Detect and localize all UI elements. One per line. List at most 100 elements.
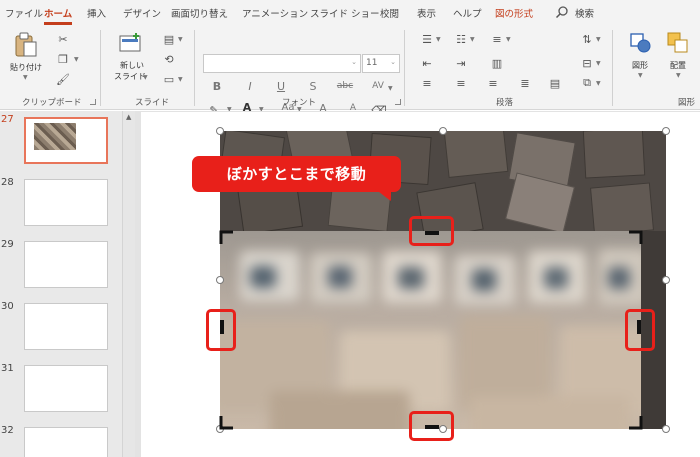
format-painter-icon[interactable]: 🖌	[56, 72, 70, 86]
smartart-icon[interactable]: ⧉	[580, 76, 594, 90]
arrange-button-label[interactable]: 配置	[670, 60, 686, 71]
clipboard-launcher-icon[interactable]	[90, 99, 96, 105]
new-slide-dropdown-icon[interactable]: ▼	[143, 74, 148, 81]
paste-button-label[interactable]: 貼り付け	[10, 62, 42, 73]
blurred-letter	[544, 267, 568, 289]
resize-handle-left[interactable]	[216, 276, 224, 284]
align-center-icon[interactable]: ≡	[454, 76, 468, 90]
align-text-dropdown-icon[interactable]: ▼	[596, 60, 601, 67]
text-direction-icon[interactable]: ⇅	[580, 32, 594, 46]
tab-help[interactable]: ヘルプ	[453, 6, 482, 20]
shapes-icon[interactable]	[630, 32, 652, 54]
chevron-down-icon[interactable]: ⌄	[351, 58, 357, 66]
wood-tile	[582, 131, 646, 179]
paste-dropdown-icon[interactable]: ▼	[23, 74, 28, 81]
section-dropdown-icon[interactable]: ▼	[178, 76, 183, 83]
tab-picture-format[interactable]: 図の形式	[495, 6, 533, 20]
crop-handle-bottom-left[interactable]	[219, 414, 235, 430]
thumbnails-scrollbar[interactable]: ▲	[122, 111, 135, 457]
text-direction-dropdown-icon[interactable]: ▼	[596, 36, 601, 43]
numbering-dropdown-icon[interactable]: ▼	[470, 36, 475, 43]
distributed-icon[interactable]: ▤	[548, 76, 562, 90]
line-spacing-dropdown-icon[interactable]: ▼	[506, 36, 511, 43]
crop-handle-top-left[interactable]	[219, 230, 235, 246]
resize-handle-right[interactable]	[662, 276, 670, 284]
tab-transitions[interactable]: 画面切り替え	[171, 6, 228, 20]
slide-thumbnail[interactable]	[24, 427, 108, 457]
ribbon: 貼り付け ▼ ✂ ❐ ▼ 🖌 クリップボード 新しい スライド ▼ ▤ ▼ ⟲ …	[0, 26, 700, 117]
copy-dropdown-icon[interactable]: ▼	[74, 56, 79, 63]
shapes-dropdown-icon[interactable]: ▼	[638, 72, 643, 79]
tab-insert[interactable]: 挿入	[87, 6, 106, 20]
copy-icon[interactable]: ❐	[56, 52, 70, 66]
smartart-dropdown-icon[interactable]: ▼	[596, 80, 601, 87]
crop-handle-top-right[interactable]	[627, 230, 643, 246]
resize-handle-bottom-right[interactable]	[662, 425, 670, 433]
wood-tile	[590, 182, 654, 231]
section-icon[interactable]: ▭	[162, 72, 176, 86]
justify-icon[interactable]: ≣	[518, 76, 532, 90]
reset-icon[interactable]: ⟲	[162, 52, 176, 66]
slide-thumbnail[interactable]	[24, 179, 108, 226]
ribbon-separator	[100, 30, 101, 106]
font-group-label: フォント	[282, 98, 317, 108]
paste-icon[interactable]	[14, 32, 38, 58]
tab-design[interactable]: デザイン	[123, 6, 161, 20]
ribbon-separator	[404, 30, 405, 106]
increase-indent-icon[interactable]: ⇥	[454, 56, 468, 70]
arrange-dropdown-icon[interactable]: ▼	[676, 72, 681, 79]
align-left-icon[interactable]: ≡	[420, 76, 434, 90]
blurred-letter	[250, 266, 276, 288]
tab-home[interactable]: ホーム	[44, 6, 72, 20]
bullets-icon[interactable]: ☰	[420, 32, 434, 46]
scroll-up-arrow-icon[interactable]: ▲	[126, 113, 131, 121]
tab-view[interactable]: 表示	[417, 6, 436, 20]
crop-handle-bottom-right[interactable]	[627, 414, 643, 430]
tab-slideshow[interactable]: スライド ショー	[310, 6, 380, 20]
tab-animations[interactable]: アニメーション	[242, 6, 308, 20]
resize-handle-top-right[interactable]	[662, 127, 670, 135]
bullets-dropdown-icon[interactable]: ▼	[436, 36, 441, 43]
search-label[interactable]: 検索	[575, 6, 594, 20]
align-text-icon[interactable]: ⊟	[580, 56, 594, 70]
align-right-icon[interactable]: ≡	[486, 76, 500, 90]
numbering-icon[interactable]: ☷	[454, 32, 468, 46]
strikethrough-button[interactable]: abc	[334, 81, 356, 91]
slide-thumbnail[interactable]	[24, 303, 108, 350]
decrease-indent-icon[interactable]: ⇤	[420, 56, 434, 70]
char-spacing-dropdown-icon[interactable]: ▼	[388, 85, 393, 92]
slide-number: 32	[1, 425, 14, 436]
drawing-group-label: 図形	[678, 98, 696, 108]
tab-review[interactable]: 校閲	[380, 6, 399, 20]
columns-icon[interactable]: ▥	[490, 56, 504, 70]
layout-icon[interactable]: ▤	[162, 32, 176, 46]
italic-button[interactable]: I	[241, 80, 259, 93]
font-size-combo[interactable]: 11 ⌄	[362, 54, 400, 73]
thumbnail-picture	[34, 123, 76, 150]
shapes-button-label[interactable]: 図形	[632, 60, 648, 71]
arrange-icon[interactable]	[667, 32, 689, 54]
chevron-down-icon[interactable]: ⌄	[390, 58, 396, 66]
font-name-combo[interactable]: ⌄	[203, 54, 361, 73]
font-launcher-icon[interactable]	[395, 99, 401, 105]
new-slide-label-2[interactable]: スライド	[114, 71, 146, 82]
clipboard-group-label: クリップボード	[22, 98, 82, 108]
cut-icon[interactable]: ✂	[56, 32, 70, 46]
slide-number: 29	[1, 239, 14, 250]
new-slide-label-1[interactable]: 新しい	[120, 60, 144, 71]
bold-button[interactable]: B	[208, 80, 226, 93]
search-icon[interactable]	[555, 5, 569, 19]
slide-thumbnail-selected[interactable]	[24, 117, 108, 164]
line-spacing-icon[interactable]: ≡	[490, 32, 504, 46]
slide-thumbnail[interactable]	[24, 241, 108, 288]
resize-handle-top[interactable]	[439, 127, 447, 135]
new-slide-icon[interactable]	[119, 33, 143, 53]
char-spacing-button[interactable]: AV	[368, 81, 388, 91]
slide-thumbnail[interactable]	[24, 365, 108, 412]
picture-blurred-area[interactable]	[220, 231, 641, 429]
layout-dropdown-icon[interactable]: ▼	[178, 36, 183, 43]
underline-button[interactable]: U	[272, 80, 290, 93]
tab-file[interactable]: ファイル	[5, 6, 43, 20]
shadow-button[interactable]: S	[304, 80, 322, 93]
resize-handle-top-left[interactable]	[216, 127, 224, 135]
